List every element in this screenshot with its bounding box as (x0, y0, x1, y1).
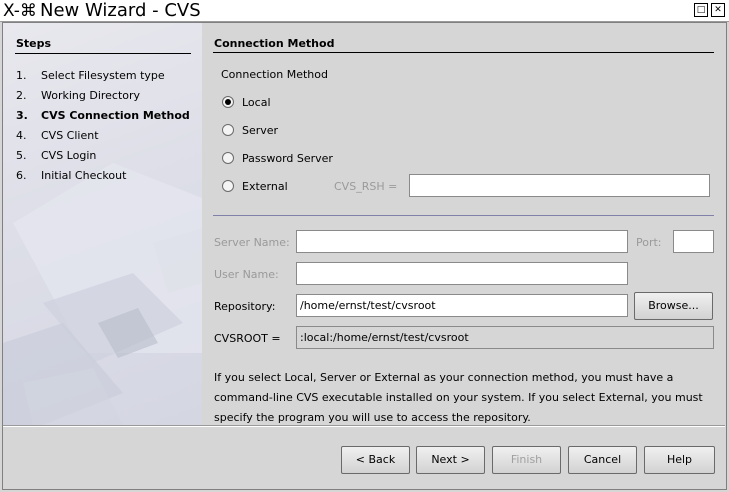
step-item-current: 3. CVS Connection Method (16, 109, 190, 122)
step-item: 6. Initial Checkout (16, 169, 127, 182)
step-item: 5. CVS Login (16, 149, 97, 162)
steps-divider (15, 53, 191, 54)
browse-button[interactable]: Browse... (634, 292, 713, 320)
section-divider (213, 52, 714, 53)
content-pane: Connection Method Connection Method Loca… (203, 23, 725, 425)
steps-title: Steps (16, 37, 52, 50)
x-window-icon[interactable]: X-⌘ (3, 1, 37, 21)
title-bar[interactable]: X-⌘ New Wizard - CVS □ ✕ (0, 0, 729, 22)
repository-field[interactable]: /home/ernst/test/cvsroot (296, 294, 628, 317)
radio-server-label[interactable]: Server (242, 124, 278, 137)
step-item: 1. Select Filesystem type (16, 69, 165, 82)
help-note: If you select Local, Server or External … (214, 371, 703, 423)
background-illustration (3, 163, 202, 425)
back-button[interactable]: < Back (341, 446, 410, 474)
step-item: 4. CVS Client (16, 129, 99, 142)
user-name-field[interactable] (296, 262, 628, 285)
next-button[interactable]: Next > (416, 446, 485, 474)
radio-server[interactable] (222, 124, 234, 136)
section-title: Connection Method (214, 37, 335, 50)
radio-external[interactable] (222, 180, 234, 192)
cancel-button[interactable]: Cancel (568, 446, 637, 474)
help-button[interactable]: Help (644, 446, 715, 474)
window-title: New Wizard - CVS (40, 0, 201, 21)
cvsroot-label: CVSROOT = (214, 332, 281, 345)
section-separator (213, 215, 714, 216)
radio-password-server[interactable] (222, 152, 234, 164)
port-label: Port: (636, 236, 662, 249)
maximize-icon[interactable]: □ (694, 3, 708, 17)
port-field[interactable] (673, 230, 714, 253)
finish-button[interactable]: Finish (492, 446, 561, 474)
cvsroot-field: :local:/home/ernst/test/cvsroot (296, 326, 714, 349)
server-name-label: Server Name: (214, 236, 290, 249)
radio-local[interactable] (222, 96, 234, 108)
close-icon[interactable]: ✕ (711, 3, 725, 17)
repository-label: Repository: (214, 300, 276, 313)
server-name-field[interactable] (296, 230, 628, 253)
radio-local-label[interactable]: Local (242, 96, 271, 109)
connection-method-label: Connection Method (221, 68, 328, 81)
radio-external-label[interactable]: External (242, 180, 288, 193)
radio-password-server-label[interactable]: Password Server (242, 152, 333, 165)
step-item: 2. Working Directory (16, 89, 141, 102)
steps-pane: Steps 1. Select Filesystem type 2. Working… (3, 23, 202, 425)
user-name-label: User Name: (214, 268, 279, 281)
cvs-rsh-label: CVS_RSH = (334, 180, 398, 193)
cvs-rsh-field[interactable] (409, 174, 710, 197)
